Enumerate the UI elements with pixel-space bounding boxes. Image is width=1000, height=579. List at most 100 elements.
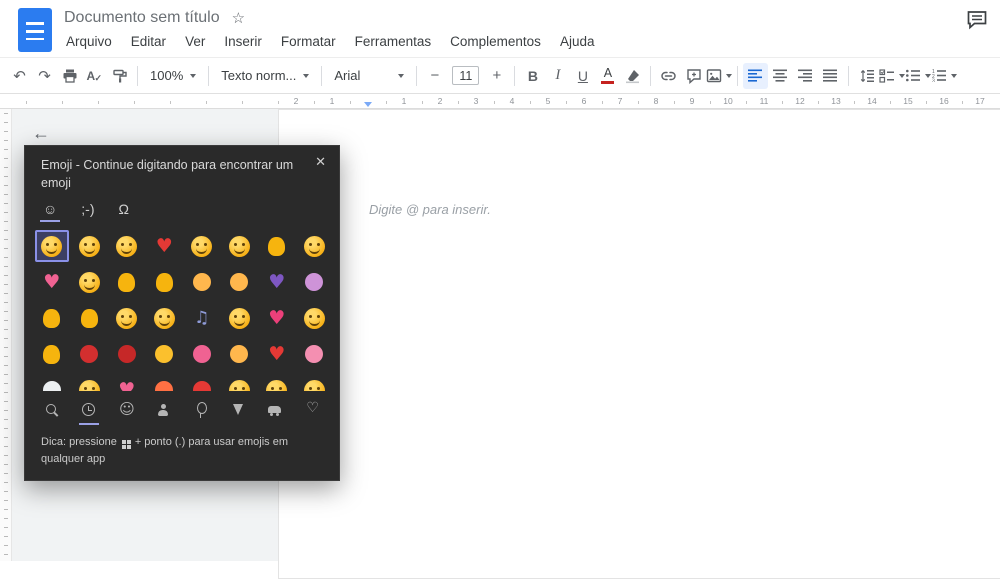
left-margin-marker-icon[interactable] <box>364 102 372 107</box>
emoji-eyes[interactable] <box>35 374 69 392</box>
tab-emoji[interactable]: ☺ <box>39 201 61 223</box>
insert-image-button[interactable] <box>706 63 733 89</box>
bulleted-list-button[interactable] <box>905 63 932 89</box>
category-search-button[interactable] <box>33 395 70 425</box>
menu-complementos[interactable]: Complementos <box>448 33 543 50</box>
emoji-smiling-face-smiling-eyes[interactable] <box>34 230 69 263</box>
emoji-winking-face[interactable] <box>110 302 144 334</box>
red-heart-icon: ♥ <box>155 234 173 257</box>
emoji-victory-hand[interactable] <box>35 302 69 334</box>
emoji-fairy[interactable] <box>297 266 331 298</box>
emoji-rolling-on-floor-laughing[interactable] <box>110 230 144 262</box>
document-page[interactable]: Digite @ para inserir. <box>278 109 1000 579</box>
emoji-fire[interactable] <box>147 374 181 392</box>
checklist-button[interactable] <box>879 63 906 89</box>
bold-button[interactable]: B <box>520 63 545 89</box>
menu-ferramentas[interactable]: Ferramentas <box>353 33 434 50</box>
undo-button[interactable]: ↶ <box>7 63 32 89</box>
document-title[interactable]: Documento sem título <box>64 9 220 27</box>
people-icon <box>155 402 171 418</box>
checklist-icon <box>879 68 895 83</box>
emoji-sparkling-heart[interactable]: ♥ <box>110 374 144 391</box>
menu-ver[interactable]: Ver <box>183 33 207 50</box>
print-button[interactable] <box>57 63 82 89</box>
underline-button[interactable]: U <box>570 63 595 89</box>
paragraph-styles-dropdown[interactable]: Texto norm... <box>214 63 316 89</box>
emoji-hugging-face[interactable] <box>297 302 331 334</box>
decrease-font-size-button[interactable]: − <box>422 63 447 89</box>
emoji-face-tears-of-joy[interactable] <box>72 230 106 262</box>
unicorn-icon <box>305 345 324 364</box>
add-comment-button[interactable] <box>681 63 706 89</box>
align-center-button[interactable] <box>768 63 793 89</box>
highlight-color-button[interactable] <box>620 63 645 89</box>
emoji-raising-hands[interactable] <box>147 266 181 298</box>
emoji-rose[interactable] <box>110 338 144 370</box>
emoji-star-struck[interactable] <box>260 374 294 392</box>
category-smileys-button[interactable] <box>108 395 145 425</box>
menu-ajuda[interactable]: Ajuda <box>558 33 597 50</box>
back-arrow-icon[interactable]: ← <box>32 123 50 144</box>
emoji-beaming-face[interactable] <box>72 266 106 298</box>
increase-font-size-button[interactable]: + <box>484 63 509 89</box>
emoji-sleeping-face[interactable] <box>297 374 331 392</box>
emoji-broken-heart[interactable]: ♥ <box>260 338 294 370</box>
emoji-two-hearts[interactable]: ♥ <box>35 266 69 298</box>
zoom-dropdown[interactable]: 100% <box>143 63 203 89</box>
category-food-button[interactable] <box>219 395 256 425</box>
emoji-face-blowing-kiss[interactable] <box>297 230 331 262</box>
emoji-thumbs-up[interactable] <box>110 266 144 298</box>
line-spacing-button[interactable] <box>854 63 879 89</box>
emoji-birthday-cake[interactable] <box>185 338 219 370</box>
emoji-musical-notes[interactable]: ♫ <box>185 302 219 334</box>
emoji-party-popper[interactable] <box>147 338 181 370</box>
comments-button[interactable] <box>966 10 988 30</box>
emoji-heart-with-arrow[interactable]: ♥ <box>260 302 294 334</box>
emoji-clapping-hands[interactable] <box>35 338 69 370</box>
emoji-selfie[interactable] <box>222 338 256 370</box>
emoji-thinking-face[interactable] <box>222 374 256 392</box>
docs-logo-icon[interactable] <box>18 8 52 52</box>
musical-notes-icon: ♫ <box>194 307 210 328</box>
category-people-button[interactable] <box>145 395 182 425</box>
font-size-field[interactable]: 11 <box>452 66 480 85</box>
emoji-crossed-fingers[interactable] <box>72 302 106 334</box>
menu-editar[interactable]: Editar <box>129 33 168 50</box>
emoji-purple-heart[interactable]: ♥ <box>260 266 294 298</box>
font-dropdown[interactable]: Arial <box>327 63 411 89</box>
category-symbols-button[interactable] <box>294 395 331 425</box>
ruler-number: 12 <box>795 96 805 106</box>
paint-format-button[interactable] <box>107 63 132 89</box>
emoji-unamused-face[interactable] <box>222 230 256 262</box>
align-left-button[interactable] <box>743 62 769 89</box>
category-celebrations-button[interactable] <box>182 395 219 425</box>
category-transport-button[interactable] <box>257 395 294 425</box>
star-icon[interactable]: ☆ <box>232 11 245 26</box>
text-color-button[interactable]: A <box>595 63 620 89</box>
numbered-list-button[interactable]: 123 <box>931 63 958 89</box>
close-icon[interactable]: ✕ <box>315 154 326 170</box>
emoji-kiss-mark[interactable] <box>72 338 106 370</box>
emoji-ok-hand[interactable] <box>260 230 294 262</box>
emoji-loudly-crying-face[interactable] <box>222 302 256 334</box>
emoji-heart-eyes[interactable] <box>185 230 219 262</box>
emoji-person-shrugging[interactable] <box>222 266 256 298</box>
emoji-person-facepalming[interactable] <box>185 266 219 298</box>
align-right-button[interactable] <box>793 63 818 89</box>
tab-symbols[interactable]: Ω <box>119 201 129 222</box>
justify-button[interactable] <box>818 63 843 89</box>
emoji-hundred-points[interactable] <box>185 374 219 392</box>
tab-kaomoji[interactable]: ;-) <box>81 201 94 222</box>
category-recent-button[interactable] <box>70 395 107 426</box>
redo-button[interactable]: ↷ <box>32 63 57 89</box>
emoji-unicorn[interactable] <box>297 338 331 370</box>
menu-formatar[interactable]: Formatar <box>279 33 338 50</box>
emoji-smirking-face[interactable] <box>72 374 106 392</box>
insert-link-button[interactable] <box>656 63 681 89</box>
menu-inserir[interactable]: Inserir <box>222 33 264 50</box>
menu-arquivo[interactable]: Arquivo <box>64 33 114 50</box>
italic-button[interactable]: I <box>545 63 570 89</box>
emoji-red-heart[interactable]: ♥ <box>147 230 181 262</box>
spellcheck-button[interactable]: A <box>82 63 107 89</box>
emoji-smiling-face-sunglasses[interactable] <box>147 302 181 334</box>
